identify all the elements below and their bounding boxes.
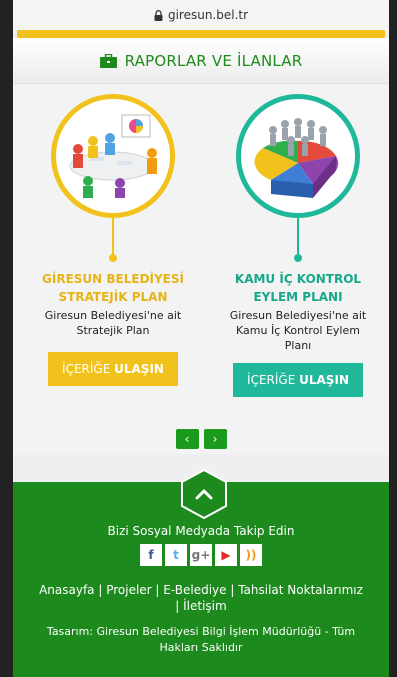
carousel-navigation: ‹ › [13, 429, 389, 449]
social-icons: f t g+ ▶ )) [13, 544, 389, 566]
top-accent-bar [17, 30, 385, 38]
social-follow-text: Bizi Sosyal Medyada Takip Edin [107, 524, 295, 538]
section-header: RAPORLAR VE İLANLAR [13, 38, 389, 84]
card-title: GİRESUN BELEDİYESİ STRATEJİK PLAN [42, 272, 184, 304]
scroll-to-top-button[interactable] [180, 468, 228, 520]
facebook-icon[interactable]: f [140, 544, 162, 566]
cta-button-internal-control[interactable]: İÇERİĞE ULAŞIN [233, 363, 363, 397]
internal-control-image[interactable] [236, 94, 360, 218]
briefcase-icon [99, 53, 117, 68]
card-description: Giresun Belediyesi'ne ait Stratejik Plan [44, 309, 182, 337]
lock-icon [154, 9, 163, 21]
chevron-right-icon[interactable]: › [203, 429, 227, 449]
twitter-icon[interactable]: t [165, 544, 187, 566]
footer-credits: Tasarım: Giresun Belediyesi Bilgi İşlem … [46, 625, 356, 654]
meeting-illustration [69, 114, 157, 198]
card-connector [109, 218, 117, 262]
section-title: RAPORLAR VE İLANLAR [124, 51, 303, 70]
people-on-pie-illustration [254, 118, 339, 198]
site-footer: Bizi Sosyal Medyada Takip Edin f t g+ ▶ … [13, 468, 389, 677]
mobile-screen: giresun.bel.tr RAPORLAR VE İLANLAR GİRES… [13, 0, 389, 677]
address-bar[interactable]: giresun.bel.tr [13, 0, 389, 30]
card-internal-control: KAMU İÇ KONTROL EYLEM PLANI Giresun Bele… [218, 94, 378, 397]
device-frame-left [0, 0, 13, 677]
youtube-icon[interactable]: ▶ [215, 544, 237, 566]
google-plus-icon[interactable]: g+ [190, 544, 212, 566]
cta-button-strategic-plan[interactable]: İÇERİĞE ULAŞIN [48, 352, 178, 386]
rss-icon[interactable]: )) [240, 544, 262, 566]
card-description: Giresun Belediyesi'ne ait Kamu İç Kontro… [229, 309, 367, 352]
device-frame-right [389, 0, 397, 677]
reports-carousel: GİRESUN BELEDİYESİ STRATEJİK PLAN Giresu… [13, 84, 389, 454]
card-connector [294, 218, 302, 262]
footer-links[interactable]: Anasayfa | Projeler | E-Belediye | Tahsi… [13, 582, 389, 614]
url-text: giresun.bel.tr [167, 8, 249, 22]
card-strategic-plan: GİRESUN BELEDİYESİ STRATEJİK PLAN Giresu… [33, 94, 193, 386]
card-title: KAMU İÇ KONTROL EYLEM PLANI [234, 272, 362, 304]
strategic-plan-image[interactable] [51, 94, 175, 218]
chevron-left-icon[interactable]: ‹ [175, 429, 199, 449]
chevron-up-icon [181, 468, 227, 520]
